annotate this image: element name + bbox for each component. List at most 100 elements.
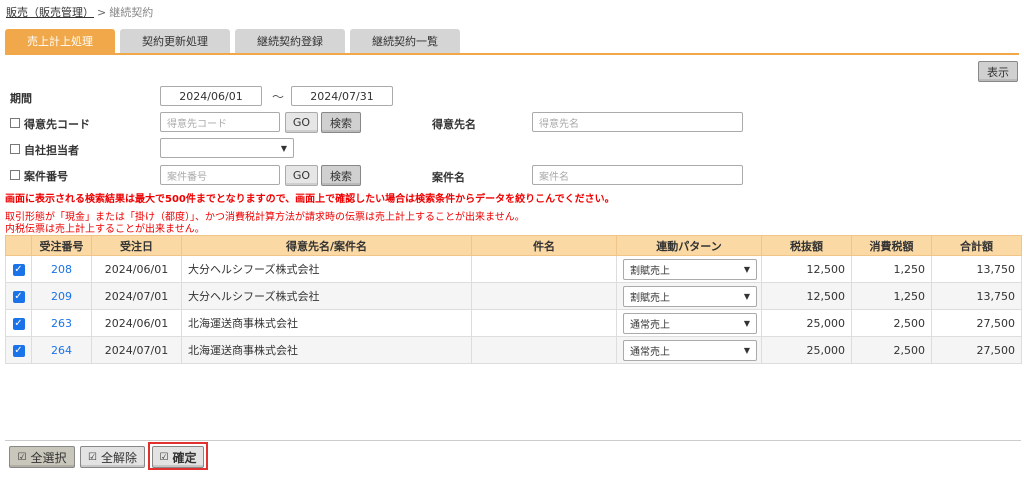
customer-name-label: 得意先名 [432, 118, 476, 131]
order-number-link[interactable]: 264 [51, 344, 72, 357]
case-number-label: 案件番号 [24, 170, 68, 183]
case-number-input[interactable]: 案件番号 [160, 165, 280, 185]
row-checkbox-cell: ✓ [5, 255, 32, 283]
pattern-value: 通常売上 [630, 319, 670, 331]
total-cell: 13,750 [931, 255, 1022, 283]
row-checkbox[interactable]: ✓ [12, 344, 25, 357]
order-number-link[interactable]: 208 [51, 263, 72, 276]
column-header-order-date[interactable]: 受注日 [91, 235, 182, 256]
show-button[interactable]: 表示 [978, 61, 1018, 82]
breadcrumb-current: 継続契約 [109, 6, 154, 19]
column-header-pattern[interactable]: 連動パターン [616, 235, 762, 256]
customer-cell: 大分ヘルシフーズ株式会社 [181, 282, 472, 310]
deselect-all-label: 全解除 [100, 450, 137, 465]
row-checkbox[interactable]: ✓ [12, 263, 25, 276]
subject-cell [471, 282, 617, 310]
pattern-cell: 通常売上 ▼ [616, 309, 762, 337]
footer-divider [5, 440, 1021, 441]
customer-code-go-button[interactable]: GO [285, 112, 318, 133]
column-header-total[interactable]: 合計額 [931, 235, 1022, 256]
tab-contract-registration[interactable]: 継続契約登録 [235, 29, 345, 53]
pattern-cell: 通常売上 ▼ [616, 336, 762, 364]
chevron-down-icon: ▼ [743, 318, 750, 328]
case-name-input[interactable]: 案件名 [532, 165, 743, 185]
excl-tax-cell: 25,000 [761, 309, 852, 337]
total-cell: 27,500 [931, 309, 1022, 337]
select-all-button[interactable]: ☑ 全選択 [9, 446, 75, 468]
order-no-cell: 209 [31, 282, 92, 310]
pattern-select[interactable]: 割賦売上 ▼ [623, 258, 757, 280]
order-no-cell: 208 [31, 255, 92, 283]
confirm-label: 確定 [172, 450, 197, 465]
tab-contract-renewal[interactable]: 契約更新処理 [120, 29, 230, 53]
order-number-link[interactable]: 209 [51, 290, 72, 303]
select-all-label: 全選択 [30, 450, 67, 465]
row-checkbox-cell: ✓ [5, 336, 32, 364]
column-header-check [5, 235, 32, 256]
subject-cell [471, 255, 617, 283]
column-header-tax[interactable]: 消費税額 [851, 235, 932, 256]
check-square-icon: ☑ [159, 451, 169, 463]
customer-cell: 北海運送商事株式会社 [181, 309, 472, 337]
breadcrumb-parent-link[interactable]: 販売（販売管理） [6, 6, 94, 19]
staff-checkbox[interactable] [10, 144, 20, 154]
total-cell: 27,500 [931, 336, 1022, 364]
pattern-select[interactable]: 通常売上 ▼ [623, 312, 757, 334]
order-no-cell: 264 [31, 336, 92, 364]
staff-select[interactable]: ▼ [160, 138, 294, 158]
column-header-order-no[interactable]: 受注番号 [31, 235, 92, 256]
case-number-go-button[interactable]: GO [285, 165, 318, 186]
confirm-button[interactable]: ☑ 確定 [152, 446, 204, 468]
column-header-excl-tax[interactable]: 税抜額 [761, 235, 852, 256]
breadcrumb: 販売（販売管理） > 継続契約 [6, 4, 153, 20]
table-row: ✓ 263 2024/06/01 北海運送商事株式会社 通常売上 ▼ 25,000… [5, 309, 1022, 337]
tab-sales-posting[interactable]: 売上計上処理 [5, 29, 115, 53]
pattern-cell: 割賦売上 ▼ [616, 282, 762, 310]
results-table: 受注番号 受注日 得意先名/案件名 件名 連動パターン 税抜額 消費税額 合計額… [5, 235, 1022, 364]
date-range-separator: ～ [272, 90, 285, 104]
customer-name-input[interactable]: 得意先名 [532, 112, 743, 132]
deselect-all-button[interactable]: ☑ 全解除 [80, 446, 145, 468]
row-checkbox-cell: ✓ [5, 309, 32, 337]
pattern-value: 割賦売上 [630, 265, 670, 277]
date-from-input[interactable]: 2024/06/01 [160, 86, 262, 106]
table-row: ✓ 209 2024/07/01 大分ヘルシフーズ株式会社 割賦売上 ▼ 12,5… [5, 282, 1022, 310]
customer-code-input[interactable]: 得意先コード [160, 112, 280, 132]
tax-cell: 2,500 [851, 309, 932, 337]
excl-tax-cell: 25,000 [761, 336, 852, 364]
case-name-label: 案件名 [432, 171, 465, 184]
customer-cell: 大分ヘルシフーズ株式会社 [181, 255, 472, 283]
column-header-subject[interactable]: 件名 [471, 235, 617, 256]
customer-code-label: 得意先コード [24, 118, 90, 131]
row-checkbox[interactable]: ✓ [12, 317, 25, 330]
order-date-cell: 2024/07/01 [91, 336, 182, 364]
tab-contract-list[interactable]: 継続契約一覧 [350, 29, 460, 53]
table-row: ✓ 264 2024/07/01 北海運送商事株式会社 通常売上 ▼ 25,000… [5, 336, 1022, 364]
tab-bar: 売上計上処理 契約更新処理 継続契約登録 継続契約一覧 [5, 29, 1019, 55]
subject-cell [471, 309, 617, 337]
pattern-select[interactable]: 通常売上 ▼ [623, 339, 757, 361]
subject-cell [471, 336, 617, 364]
excl-tax-cell: 12,500 [761, 282, 852, 310]
pattern-value: 割賦売上 [630, 292, 670, 304]
date-to-input[interactable]: 2024/07/31 [291, 86, 393, 106]
pattern-value: 通常売上 [630, 346, 670, 358]
customer-code-checkbox[interactable] [10, 118, 20, 128]
customer-code-search-button[interactable]: 検索 [321, 112, 361, 133]
result-limit-warning: 画面に表示される検索結果は最大で500件までとなりますので、画面上で確認したい場… [5, 194, 615, 205]
case-number-search-button[interactable]: 検索 [321, 165, 361, 186]
chevron-down-icon: ▼ [743, 345, 750, 355]
staff-label: 自社担当者 [24, 144, 79, 157]
order-date-cell: 2024/07/01 [91, 282, 182, 310]
tax-cell: 1,250 [851, 255, 932, 283]
row-checkbox[interactable]: ✓ [12, 290, 25, 303]
column-header-customer[interactable]: 得意先名/案件名 [181, 235, 472, 256]
order-date-cell: 2024/06/01 [91, 309, 182, 337]
table-row: ✓ 208 2024/06/01 大分ヘルシフーズ株式会社 割賦売上 ▼ 12,5… [5, 255, 1022, 283]
pattern-select[interactable]: 割賦売上 ▼ [623, 285, 757, 307]
breadcrumb-separator: > [97, 6, 107, 19]
tax-cell: 1,250 [851, 282, 932, 310]
case-number-checkbox[interactable] [10, 170, 20, 180]
table-header-row: 受注番号 受注日 得意先名/案件名 件名 連動パターン 税抜額 消費税額 合計額 [5, 235, 1022, 256]
order-number-link[interactable]: 263 [51, 317, 72, 330]
